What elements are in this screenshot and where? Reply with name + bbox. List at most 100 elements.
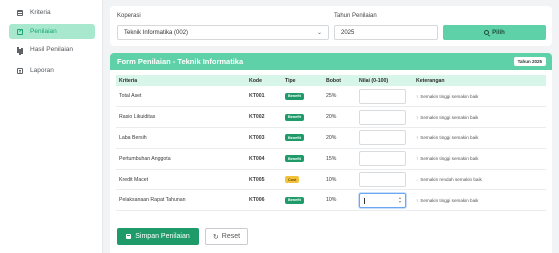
koperasi-select-value: Teknik Informatika (002) [124,29,189,36]
tipe-cell: Benefit [282,189,323,212]
col-header-tipe: Tipe [282,75,323,86]
sidebar: Kriteria Penilaian Hasil Penilaian Lapor… [0,0,103,253]
col-header-keterangan: Keterangan [413,75,546,86]
arrow-up-icon: ↑ [416,114,419,120]
bobot-cell: 20% [323,127,356,149]
sidebar-item-kriteria[interactable]: Kriteria [9,5,95,20]
nilai-input[interactable] [359,172,406,188]
save-icon [126,234,132,239]
keterangan-cell: ↑ Semakin tinggi semakin baik [413,189,546,212]
tipe-badge: Cost [285,176,300,184]
nilai-input[interactable] [359,88,406,104]
bobot-cell: 20% [323,106,356,129]
list-icon [17,9,23,16]
simpan-button[interactable]: Simpan Penilaian [117,228,199,245]
bobot-cell: 15% [323,148,356,170]
kriteria-cell: Total Aset [116,86,246,108]
table-header-row: Kriteria Kode Tipe Bobot Nilai (0-100) K… [116,75,546,86]
col-header-bobot: Bobot [323,75,356,86]
pilih-button-label: Pilih [492,29,505,36]
arrow-up-icon: ↑ [416,156,419,162]
simpan-button-label: Simpan Penilaian [135,233,190,240]
table-row: Pelaksanaan Rapat Tahunan KT006 Benefit … [116,189,546,212]
keterangan-cell: ↑ Semakin tinggi semakin baik [413,106,546,129]
kode-cell: KT006 [246,189,282,212]
sidebar-item-label: Laporan [30,67,54,74]
arrow-up-icon: ↑ [416,93,419,99]
nilai-input[interactable] [359,151,406,167]
koperasi-select[interactable]: Teknik Informatika (002) ⌄ [117,25,329,40]
keterangan-text: Semakin tinggi semakin baik [420,93,479,99]
bobot-cell: 25% [323,86,356,108]
nilai-cell [356,106,413,129]
year-badge: Tahun 2025 [513,57,546,66]
kriteria-cell: Laba Bersih [116,127,246,149]
penilaian-table: Kriteria Kode Tipe Bobot Nilai (0-100) K… [116,75,546,212]
nilai-input[interactable] [359,130,406,146]
chevron-down-icon: ⌄ [316,30,322,36]
tipe-cell: Benefit [282,106,323,129]
table-row: Kredit Macet KT005 Cost 10% ↓ Semakin ren… [116,169,546,191]
text-caret [364,197,365,204]
col-header-nilai: Nilai (0-100) [356,75,413,86]
report-icon [17,67,23,74]
keterangan-cell: ↑ Semakin tinggi semakin baik [413,86,546,108]
tipe-badge: Benefit [285,134,304,142]
kriteria-cell: Kredit Macet [116,169,246,191]
arrow-up-icon: ↑ [416,135,419,141]
sidebar-item-penilaian[interactable]: Penilaian [9,24,95,39]
keterangan-cell: ↑ Semakin tinggi semakin baik [413,148,546,170]
pilih-button[interactable]: Pilih [443,25,546,40]
table-row: Total Aset KT001 Benefit 25% ↑ Semakin ti… [116,86,546,108]
tipe-badge: Benefit [285,92,304,100]
nilai-input[interactable]: ▴ ▾ [359,192,406,208]
tahun-input-value: 2025 [341,29,355,36]
table-row: Laba Bersih KT003 Benefit 20% ↑ Semakin t… [116,127,546,149]
sidebar-item-label: Hasil Penilaian [30,46,73,53]
keterangan-cell: ↓ Semakin rendah semakin baik [413,169,546,191]
kode-cell: KT003 [246,127,282,149]
keterangan-text: Semakin tinggi semakin baik [420,114,479,120]
tipe-cell: Cost [282,169,323,191]
arrow-down-icon: ↓ [416,177,419,183]
tahun-input[interactable]: 2025 [334,25,438,40]
tipe-cell: Benefit [282,148,323,170]
nilai-cell [356,127,413,149]
bobot-cell: 10% [323,189,356,212]
kode-cell: KT002 [246,106,282,129]
kode-cell: KT005 [246,169,282,191]
tipe-badge: Benefit [285,155,304,163]
koperasi-label: Koperasi [117,13,141,19]
nilai-cell [356,169,413,191]
filter-card: Koperasi Tahun Penilaian Teknik Informat… [110,6,552,46]
bar-chart-icon [17,46,23,53]
kriteria-cell: Pelaksanaan Rapat Tahunan [116,189,246,212]
sidebar-item-hasil-penilaian[interactable]: Hasil Penilaian [9,42,95,57]
reset-button[interactable]: ↻ Reset [205,228,248,245]
spinner-icon[interactable]: ▴ ▾ [399,195,401,204]
nilai-input[interactable] [359,109,406,125]
kriteria-cell: Pertumbuhan Anggota [116,148,246,170]
keterangan-text: Semakin tinggi semakin baik [420,156,479,162]
tahun-label: Tahun Penilaian [334,13,377,19]
kriteria-cell: Rasio Likuiditas [116,106,246,129]
col-header-kriteria: Kriteria [116,75,246,86]
search-icon [484,30,490,35]
sidebar-item-laporan[interactable]: Laporan [9,63,95,78]
table-row: Pertumbuhan Anggota KT004 Benefit 15% ↑ S… [116,148,546,170]
bobot-cell: 10% [323,169,356,191]
keterangan-text: Semakin rendah semakin baik [420,177,482,183]
arrow-up-icon: ↑ [416,197,419,203]
form-title: Form Penilaian - Teknik Informatika [117,57,244,66]
kode-cell: KT004 [246,148,282,170]
reset-icon: ↻ [212,233,219,241]
form-header: Form Penilaian - Teknik Informatika Tahu… [110,53,552,70]
nilai-cell [356,86,413,108]
form-card: Form Penilaian - Teknik Informatika Tahu… [110,53,552,253]
nilai-cell: ▴ ▾ [356,189,413,212]
tipe-cell: Benefit [282,127,323,149]
table-row: Rasio Likuiditas KT002 Benefit 20% ↑ Sema… [116,106,546,129]
sidebar-item-label: Kriteria [30,9,51,16]
keterangan-text: Semakin tinggi semakin baik [420,197,479,203]
tipe-badge: Benefit [285,113,304,121]
